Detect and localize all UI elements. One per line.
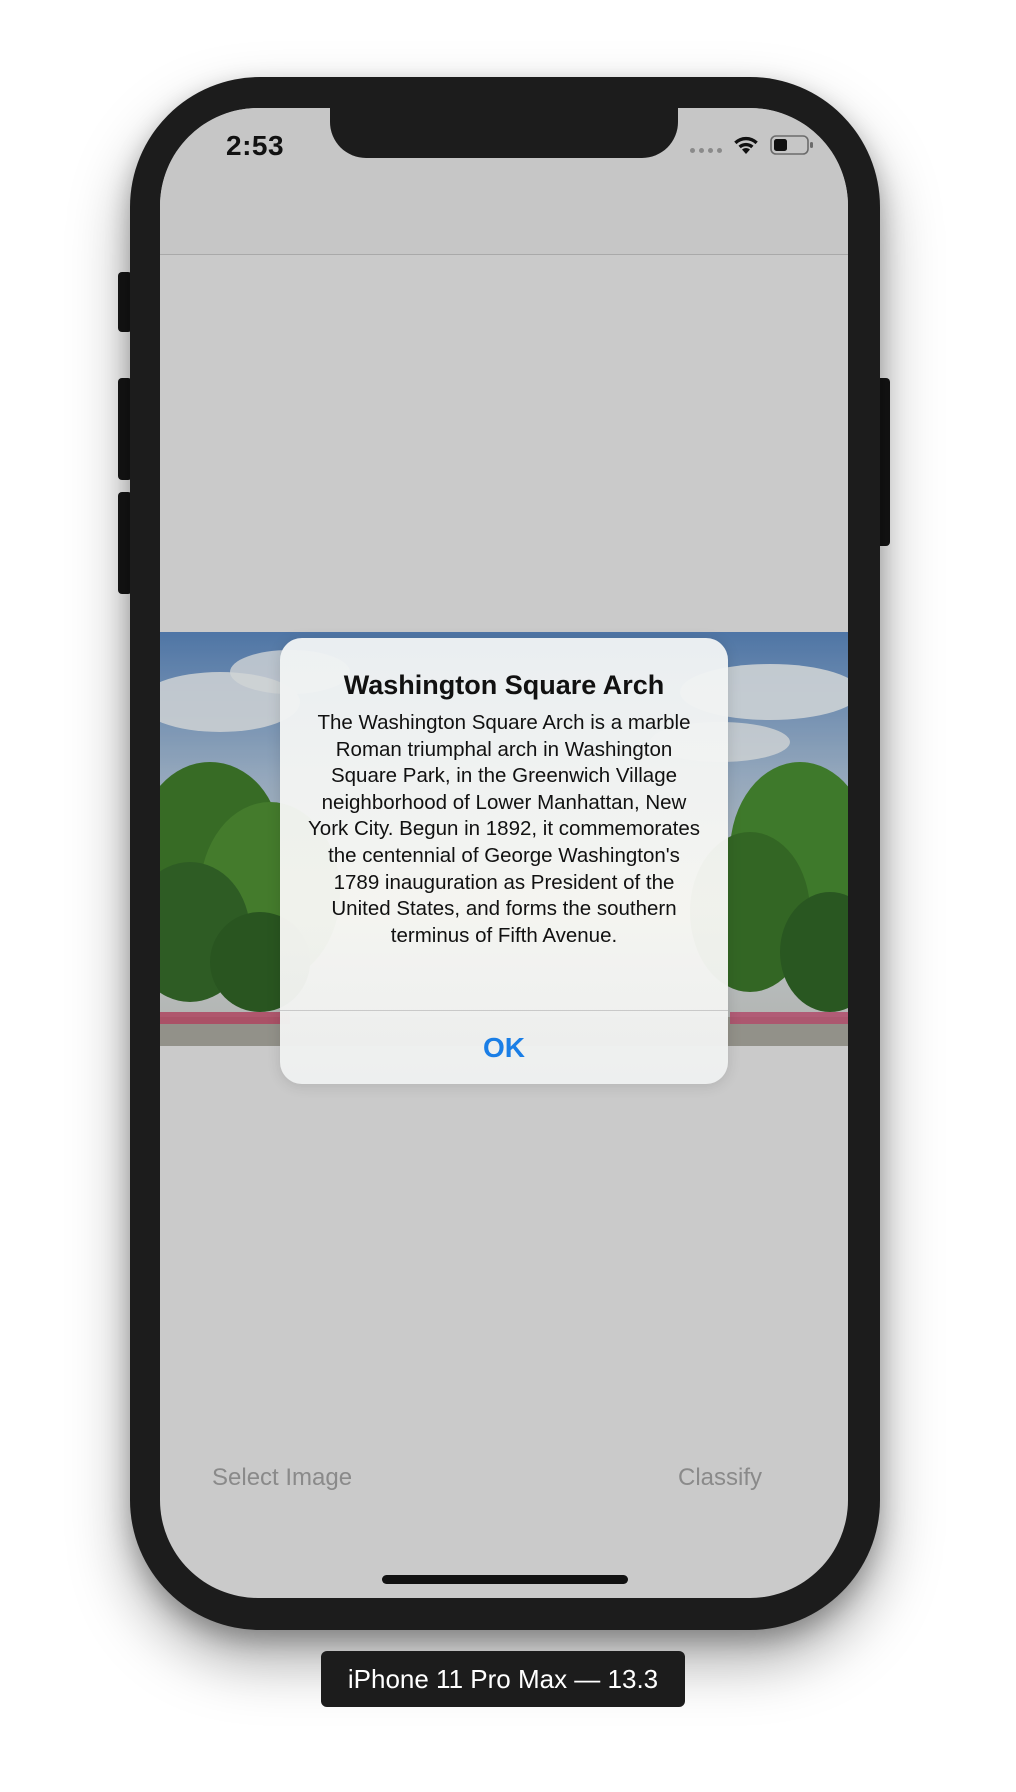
select-image-button[interactable]: Select Image [212,1464,352,1492]
status-time: 2:53 [226,130,285,161]
classify-button[interactable]: Classify [678,1464,762,1492]
device-label: iPhone 11 Pro Max — 13.3 [321,1651,685,1707]
wifi-icon [732,134,760,156]
battery-icon [770,134,814,156]
signal-dots-icon [690,147,722,153]
home-indicator[interactable] [382,1575,628,1584]
alert-title: Washington Square Arch [343,670,665,700]
status-indicators [690,134,814,156]
simulator-stage: 2:53 Select Image Classify Washington Sq… [0,0,1016,1792]
alert-message: The Washington Square Arch is a marble R… [308,711,700,947]
alert-ok-button[interactable]: OK [280,1011,728,1084]
alert-dialog: Washington Square Arch The Washington Sq… [280,638,728,1084]
notch [330,108,678,158]
